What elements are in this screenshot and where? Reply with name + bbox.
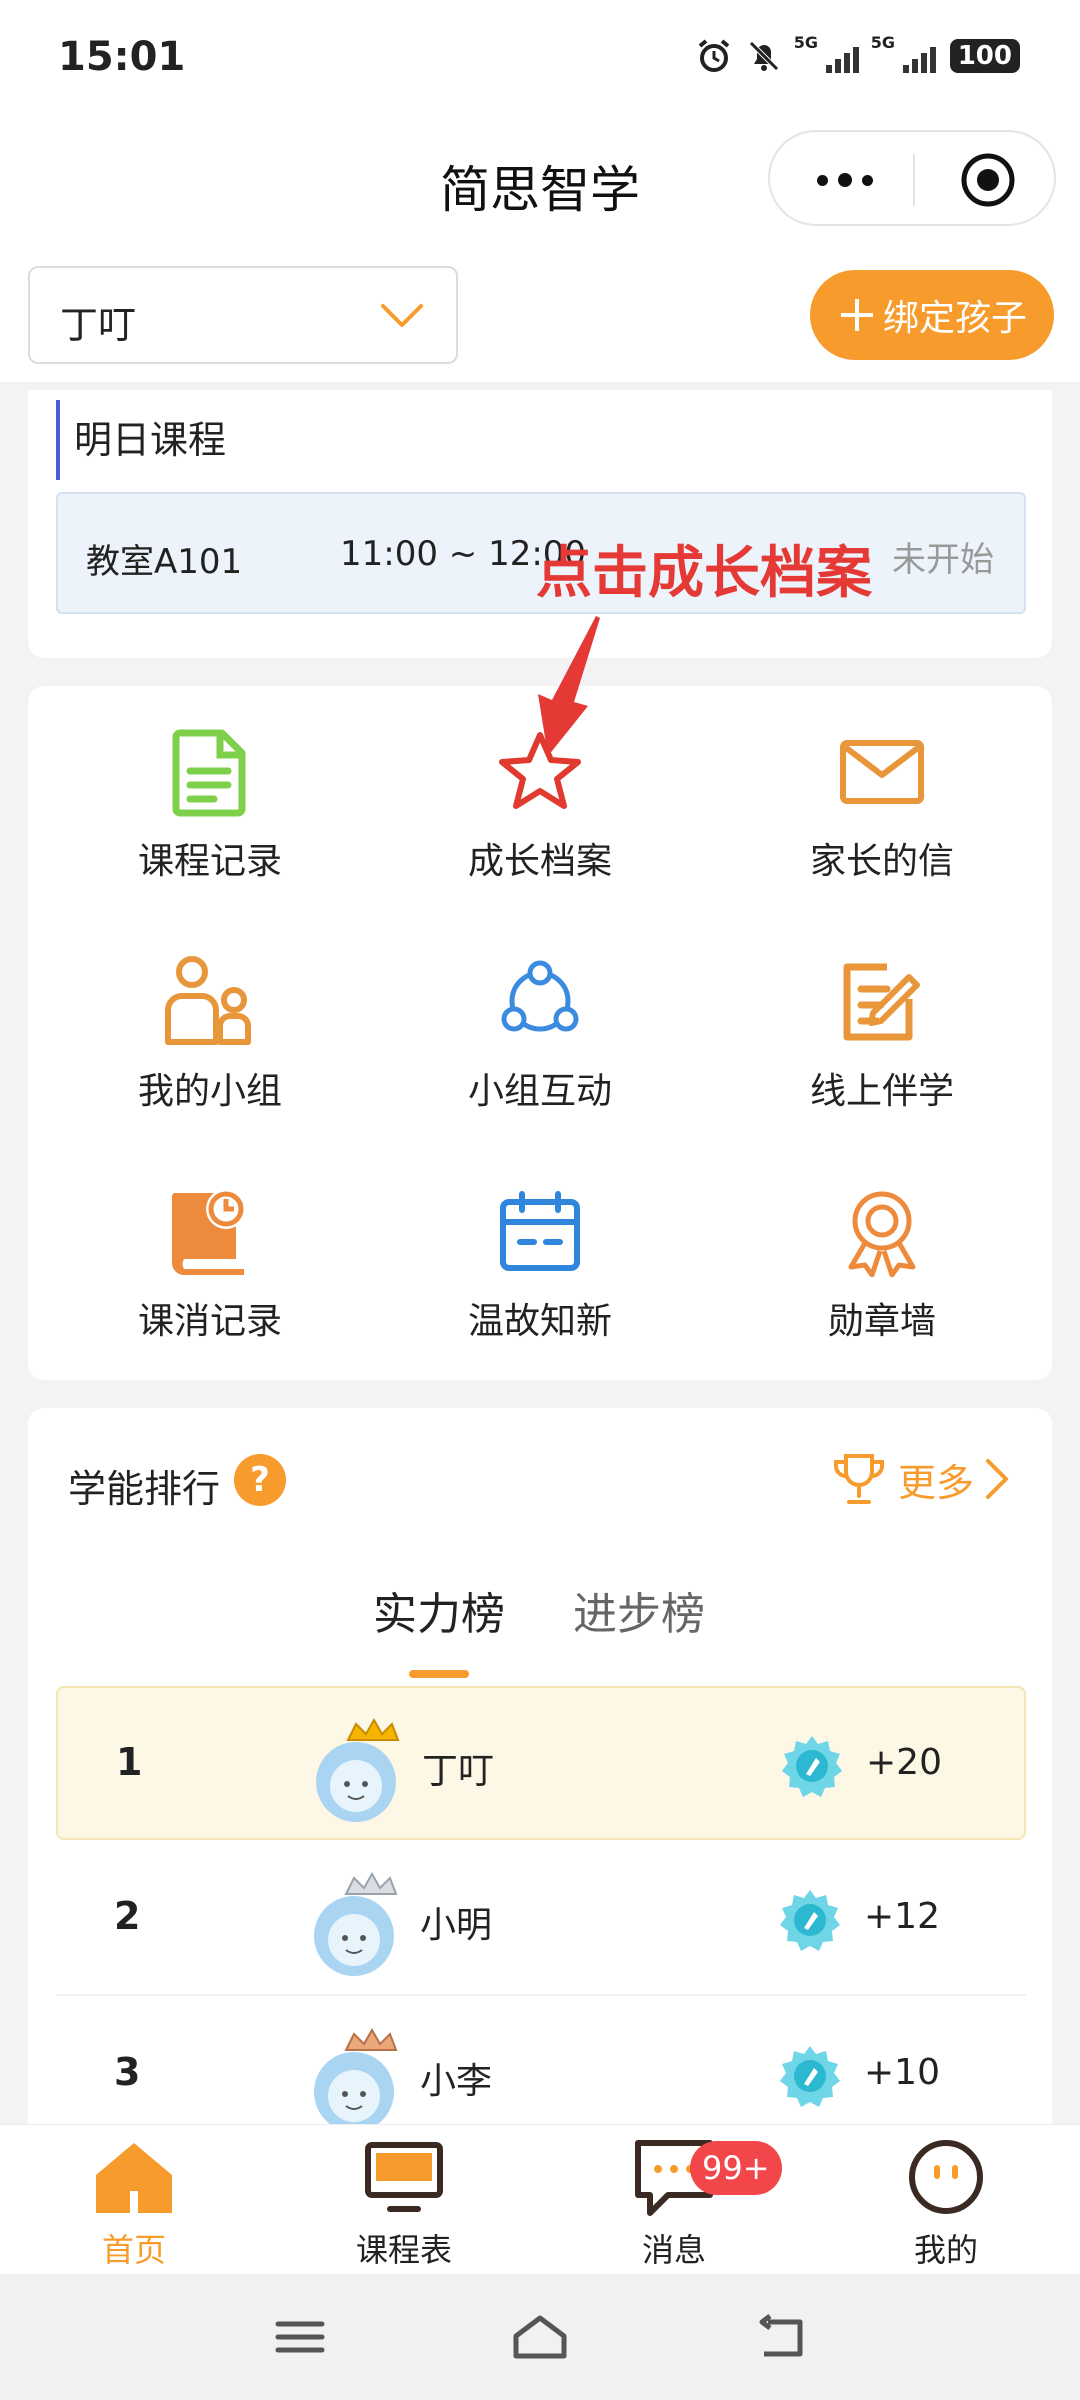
- feature-grid-card: 课程记录 成长档案 家长的信 我的小组 小组互动 线上伴学 课消记录 温故知新 …: [28, 686, 1052, 1380]
- rank-number: 2: [114, 1894, 141, 1938]
- back-icon[interactable]: [752, 2312, 812, 2362]
- feature-label: 小组互动: [467, 1071, 612, 1112]
- close-target-icon[interactable]: [960, 152, 1016, 208]
- tab-label: 消息: [641, 2231, 706, 2269]
- feature-label: 温故知新: [467, 1301, 612, 1342]
- feature-label: 线上伴学: [809, 1071, 954, 1112]
- tab-strength[interactable]: 实力榜: [373, 1578, 505, 1642]
- feature-label: 成长档案: [467, 841, 612, 882]
- crown-icon: [344, 2027, 398, 2051]
- mute-icon: [748, 41, 779, 71]
- more-icon[interactable]: [810, 160, 880, 200]
- feature-my-group[interactable]: 我的小组: [40, 916, 380, 1136]
- ranking-card: 学能排行 ? 更多 实力榜 进步榜 1 丁叮 +20 2 小明 +12 3 小李…: [28, 1408, 1052, 2132]
- ranking-row[interactable]: 1 丁叮 +20: [56, 1686, 1026, 1840]
- book-clock-icon: [160, 1182, 260, 1282]
- menu-icon[interactable]: [270, 2312, 330, 2362]
- alarm-icon: [698, 39, 729, 72]
- feature-group-interaction[interactable]: 小组互动: [370, 916, 710, 1136]
- ranking-tabs: 实力榜 进步榜: [28, 1578, 1052, 1658]
- child-select-dropdown[interactable]: 丁叮: [28, 266, 458, 364]
- navigation-bar: 简思智学: [0, 120, 1080, 240]
- rank-score: +20: [866, 1742, 942, 1783]
- feature-consumption-record[interactable]: 课消记录: [40, 1146, 380, 1366]
- tab-label: 首页: [101, 2231, 166, 2269]
- help-icon[interactable]: ?: [234, 1454, 286, 1506]
- trophy-icon: [833, 1454, 884, 1504]
- medal-icon: [832, 1182, 932, 1282]
- chevron-right-icon: [986, 1459, 1008, 1499]
- feature-label: 家长的信: [809, 841, 954, 882]
- annotation-arrow: [538, 616, 600, 756]
- tab-label: 课程表: [355, 2231, 452, 2269]
- feature-medal-wall[interactable]: 勋章墙: [712, 1146, 1052, 1366]
- more-label: 更多: [897, 1460, 974, 1505]
- plus-icon: [840, 299, 873, 331]
- calendar-icon: [490, 1182, 590, 1282]
- avatar: [314, 1871, 398, 1976]
- share-icon: [490, 952, 590, 1052]
- status-icons: 5G 5G 100: [696, 33, 1020, 74]
- tab-schedule[interactable]: 课程表: [304, 2137, 504, 2269]
- rank-score: +10: [864, 2052, 940, 2093]
- avatar: [316, 1717, 400, 1822]
- badge-medal-icon: [782, 1736, 842, 1797]
- tomorrow-heading: 明日课程: [56, 400, 226, 480]
- rank-score: +12: [864, 1896, 940, 1937]
- annotation-text: 点击成长档案: [536, 541, 872, 606]
- rank-name: 丁叮: [422, 1751, 495, 1792]
- bind-child-label: 绑定孩子: [882, 298, 1027, 339]
- child-selector-row: 丁叮 绑定孩子: [0, 240, 1080, 382]
- feature-review[interactable]: 温故知新: [370, 1146, 710, 1366]
- capsule-divider: [913, 154, 915, 206]
- home-nav-icon[interactable]: [510, 2312, 570, 2362]
- edit-icon: [832, 952, 932, 1052]
- rank-number: 3: [114, 2050, 141, 2094]
- feature-course-record[interactable]: 课程记录: [40, 686, 380, 906]
- crown-icon: [346, 1717, 400, 1741]
- home-icon: [96, 2143, 172, 2213]
- feature-label: 课程记录: [137, 841, 282, 882]
- document-icon: [160, 722, 260, 822]
- avatar: [314, 2027, 398, 2132]
- child-select-value: 丁叮: [60, 303, 137, 347]
- ranking-row[interactable]: 2 小明 +12: [56, 1842, 1026, 1996]
- envelope-icon: [832, 722, 932, 822]
- tab-progress[interactable]: 进步榜: [573, 1578, 705, 1642]
- miniprogram-capsule: [768, 130, 1056, 226]
- course-status: 未开始: [892, 540, 994, 580]
- ranking-title: 学能排行: [68, 1467, 221, 1511]
- feature-label: 我的小组: [137, 1071, 282, 1112]
- tab-profile[interactable]: 我的: [846, 2137, 1046, 2269]
- feature-label: 课消记录: [137, 1301, 282, 1342]
- message-count-badge: 99+: [690, 2141, 782, 2195]
- monitor-icon: [365, 2142, 443, 2212]
- feature-label: 勋章墙: [827, 1301, 936, 1342]
- signal-icon: 5G: [871, 33, 936, 73]
- status-bar: 15:01 5G 5G 100: [0, 0, 1080, 120]
- battery-indicator: 100: [949, 39, 1020, 73]
- chevron-down-icon: [381, 304, 423, 327]
- tab-home[interactable]: 首页: [34, 2137, 234, 2269]
- bottom-tab-bar: 首页 课程表 消息 99+ 我的: [0, 2124, 1080, 2274]
- profile-icon: [909, 2140, 983, 2214]
- feature-online-study[interactable]: 线上伴学: [712, 916, 1052, 1136]
- badge-medal-icon: [780, 2046, 840, 2107]
- course-room: 教室A101: [86, 542, 243, 582]
- active-tab-indicator: [409, 1670, 469, 1678]
- crown-icon: [344, 1871, 398, 1895]
- tab-label: 我的: [913, 2231, 978, 2269]
- rank-name: 小明: [420, 1905, 493, 1946]
- rank-name: 小李: [420, 2061, 493, 2102]
- badge-medal-icon: [780, 1890, 840, 1951]
- status-time: 15:01: [58, 34, 186, 80]
- signal-icon: 5G: [794, 33, 859, 73]
- system-navigation-bar: [0, 2274, 1080, 2400]
- rank-number: 1: [116, 1740, 143, 1784]
- feature-parent-letter[interactable]: 家长的信: [712, 686, 1052, 906]
- group-icon: [160, 952, 260, 1052]
- ranking-more-link[interactable]: 更多: [830, 1450, 1012, 1508]
- bind-child-button[interactable]: 绑定孩子: [810, 270, 1054, 360]
